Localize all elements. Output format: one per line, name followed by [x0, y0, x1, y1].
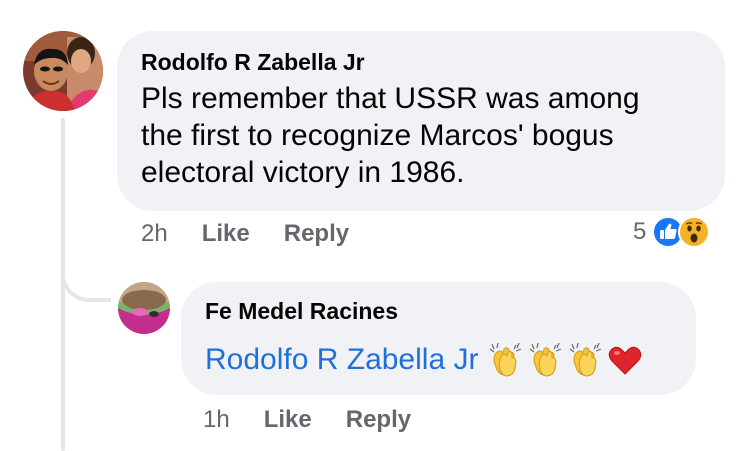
reply-author[interactable]: Fe Medel Racines: [205, 297, 672, 325]
comment-timestamp[interactable]: 2h: [141, 220, 168, 248]
avatar[interactable]: [118, 282, 170, 334]
clapping-hands-icon: [486, 341, 524, 379]
reply-bubble: Fe Medel Racines Rodolfo R Zabella Jr: [181, 282, 696, 395]
clapping-hands-icon: [566, 341, 604, 379]
reaction-count: 5: [633, 218, 647, 245]
comment-actions: 2h Like Reply: [141, 220, 383, 248]
mention-link[interactable]: Rodolfo R Zabella Jr: [205, 343, 478, 377]
reply-body: Rodolfo R Zabella Jr: [205, 339, 672, 381]
avatar[interactable]: [23, 31, 103, 111]
reply-connector: [61, 240, 111, 302]
reply-button[interactable]: Reply: [346, 406, 411, 434]
like-button[interactable]: Like: [264, 406, 312, 434]
wow-icon: [678, 216, 711, 248]
reply-actions: 1h Like Reply: [203, 406, 445, 434]
reply-timestamp[interactable]: 1h: [203, 406, 230, 434]
comment-author[interactable]: Rodolfo R Zabella Jr: [141, 48, 701, 76]
like-button[interactable]: Like: [202, 220, 250, 248]
reaction-summary[interactable]: 5: [633, 216, 711, 248]
comment-text: Pls remember that USSR was among the fir…: [141, 82, 640, 189]
reply-button[interactable]: Reply: [284, 220, 349, 248]
clapping-hands-icon: [526, 341, 564, 379]
red-heart-icon: [606, 341, 644, 379]
comment-bubble: Rodolfo R Zabella Jr Pls remember that U…: [117, 31, 725, 211]
